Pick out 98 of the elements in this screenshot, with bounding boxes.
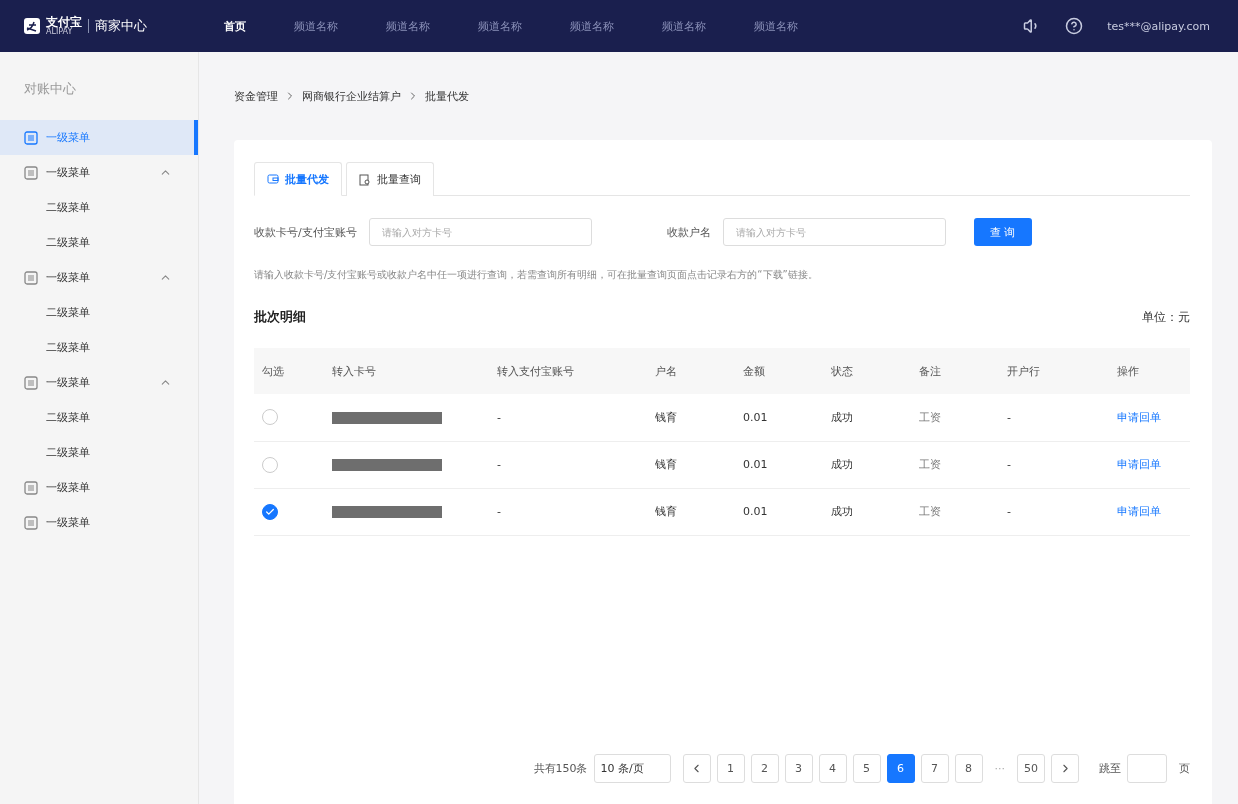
column-header: 勾选	[254, 348, 324, 394]
sidebar-subitem[interactable]: 二级菜单	[0, 330, 198, 365]
filter-label: 收款户名	[666, 224, 711, 240]
table-cell: 0.01	[735, 488, 823, 535]
input-field[interactable]: 请输入对方卡号	[722, 218, 946, 246]
sidebar-subitem[interactable]: 二级菜单	[0, 435, 198, 470]
column-header: 开户行	[999, 348, 1109, 394]
sidebar-subitem[interactable]: 二级菜单	[0, 295, 198, 330]
page-button[interactable]: 6	[886, 753, 915, 783]
nav-link[interactable]: 频道名称	[754, 18, 798, 34]
row-radio[interactable]	[262, 503, 278, 520]
ellipsis: ···	[993, 761, 1006, 775]
receipt-link[interactable]: 申请回单	[1117, 458, 1161, 471]
logo-subtext: ALIPAY	[46, 28, 74, 36]
list-icon	[24, 375, 38, 390]
row-radio[interactable]	[262, 409, 278, 426]
list-icon	[24, 515, 38, 530]
sidebar-title: 对账中心	[23, 80, 77, 98]
table-cell: 钱育	[647, 394, 735, 441]
column-header: 金额	[735, 348, 823, 394]
sidebar-subitem[interactable]: 二级菜单	[0, 190, 198, 225]
tab[interactable]: 批量代发	[254, 162, 342, 196]
row-radio[interactable]	[262, 456, 278, 473]
table-cell: 钱育	[647, 441, 735, 488]
table-cell: 0.01	[735, 394, 823, 441]
section-title: 批次明细	[254, 308, 306, 326]
sidebar-item[interactable]: 一级菜单	[0, 505, 198, 540]
page-size-select[interactable]: 10 条/页	[593, 753, 671, 783]
page-input[interactable]	[1127, 753, 1167, 783]
list-icon	[24, 480, 38, 495]
page-unit: 页	[1179, 760, 1190, 776]
page-button[interactable]: 1	[716, 753, 745, 783]
sidebar-item[interactable]: 一级菜单	[0, 120, 198, 155]
sidebar-item[interactable]: 一级菜单	[0, 365, 198, 400]
next-page-button[interactable]	[1051, 753, 1079, 783]
unit-label: 单位：元	[1142, 308, 1190, 326]
help-icon[interactable]	[1065, 17, 1084, 35]
page-button[interactable]: 8	[954, 753, 983, 783]
breadcrumb-item: 批量代发	[425, 88, 469, 104]
filter-label: 收款卡号/支付宝账号	[254, 224, 357, 240]
sidebar-item[interactable]: 一级菜单	[0, 470, 198, 505]
sidebar-subitem[interactable]: 二级菜单	[0, 225, 198, 260]
check-icon	[265, 506, 275, 517]
page-button[interactable]: 50	[1017, 753, 1045, 783]
logo-icon	[24, 18, 40, 34]
jump-label: 跳至	[1099, 760, 1121, 776]
total-count: 共有150条	[533, 760, 588, 776]
column-header: 状态	[823, 348, 911, 394]
column-header: 备注	[911, 348, 999, 394]
table-cell: -	[999, 488, 1109, 535]
table-cell: 成功	[823, 394, 911, 441]
document-search-icon	[359, 173, 371, 186]
nav-link[interactable]: 频道名称	[386, 18, 430, 34]
sidebar-subitem[interactable]: 二级菜单	[0, 400, 198, 435]
nav-link[interactable]: 频道名称	[662, 18, 706, 34]
nav-link[interactable]: 频道名称	[478, 18, 522, 34]
table-cell: -	[999, 394, 1109, 441]
page-button[interactable]: 2	[750, 753, 779, 783]
nav-link[interactable]: 频道名称	[570, 18, 614, 34]
tab[interactable]: 批量查询	[346, 162, 434, 196]
page-button[interactable]: 5	[852, 753, 881, 783]
page-button[interactable]: 7	[920, 753, 949, 783]
nav-link[interactable]: 频道名称	[294, 18, 338, 34]
column-header: 操作	[1109, 348, 1190, 394]
nav-link[interactable]: 首页	[224, 18, 246, 34]
list-icon	[24, 270, 38, 285]
table-cell: 工资	[911, 441, 999, 488]
logo-text: 支付宝	[46, 16, 82, 28]
previous-page-button[interactable]	[682, 753, 711, 783]
table-cell: -	[489, 488, 647, 535]
column-header: 转入支付宝账号	[489, 348, 647, 394]
table-cell: -	[489, 394, 647, 441]
page-button[interactable]: 3	[784, 753, 813, 783]
column-header: 户名	[647, 348, 735, 394]
user-email[interactable]: tes***@alipay.com	[1107, 19, 1210, 33]
table-cell: 成功	[823, 488, 911, 535]
query-button[interactable]: 查 询	[973, 218, 1032, 246]
table-cell: 0.01	[735, 441, 823, 488]
breadcrumb-item[interactable]: 网商银行企业结算户	[302, 88, 401, 104]
table-cell: -	[999, 441, 1109, 488]
receipt-link[interactable]: 申请回单	[1117, 505, 1161, 518]
list-icon	[24, 165, 38, 180]
table-cell: 钱育	[647, 488, 735, 535]
product-name: 商家中心	[95, 17, 147, 35]
table-cell: 工资	[911, 394, 999, 441]
table-cell: 成功	[823, 441, 911, 488]
table-cell: 工资	[911, 488, 999, 535]
receipt-link[interactable]: 申请回单	[1117, 410, 1161, 424]
page-button[interactable]: 4	[818, 753, 847, 783]
list-icon	[24, 130, 38, 145]
wallet-icon	[267, 173, 279, 185]
hint-text: 请输入收款卡号/支付宝账号或收款户名中任一项进行查询，若需查询所有明细，可在批量查询页面点击记录右方的“下载”链接。	[254, 268, 819, 282]
sidebar-item[interactable]: 一级菜单	[0, 155, 198, 190]
input-field[interactable]: 请输入对方卡号	[368, 218, 592, 246]
column-header: 转入卡号	[324, 348, 489, 394]
table-cell: -	[489, 441, 647, 488]
sidebar-item[interactable]: 一级菜单	[0, 260, 198, 295]
breadcrumb-item[interactable]: 资金管理	[234, 88, 278, 104]
